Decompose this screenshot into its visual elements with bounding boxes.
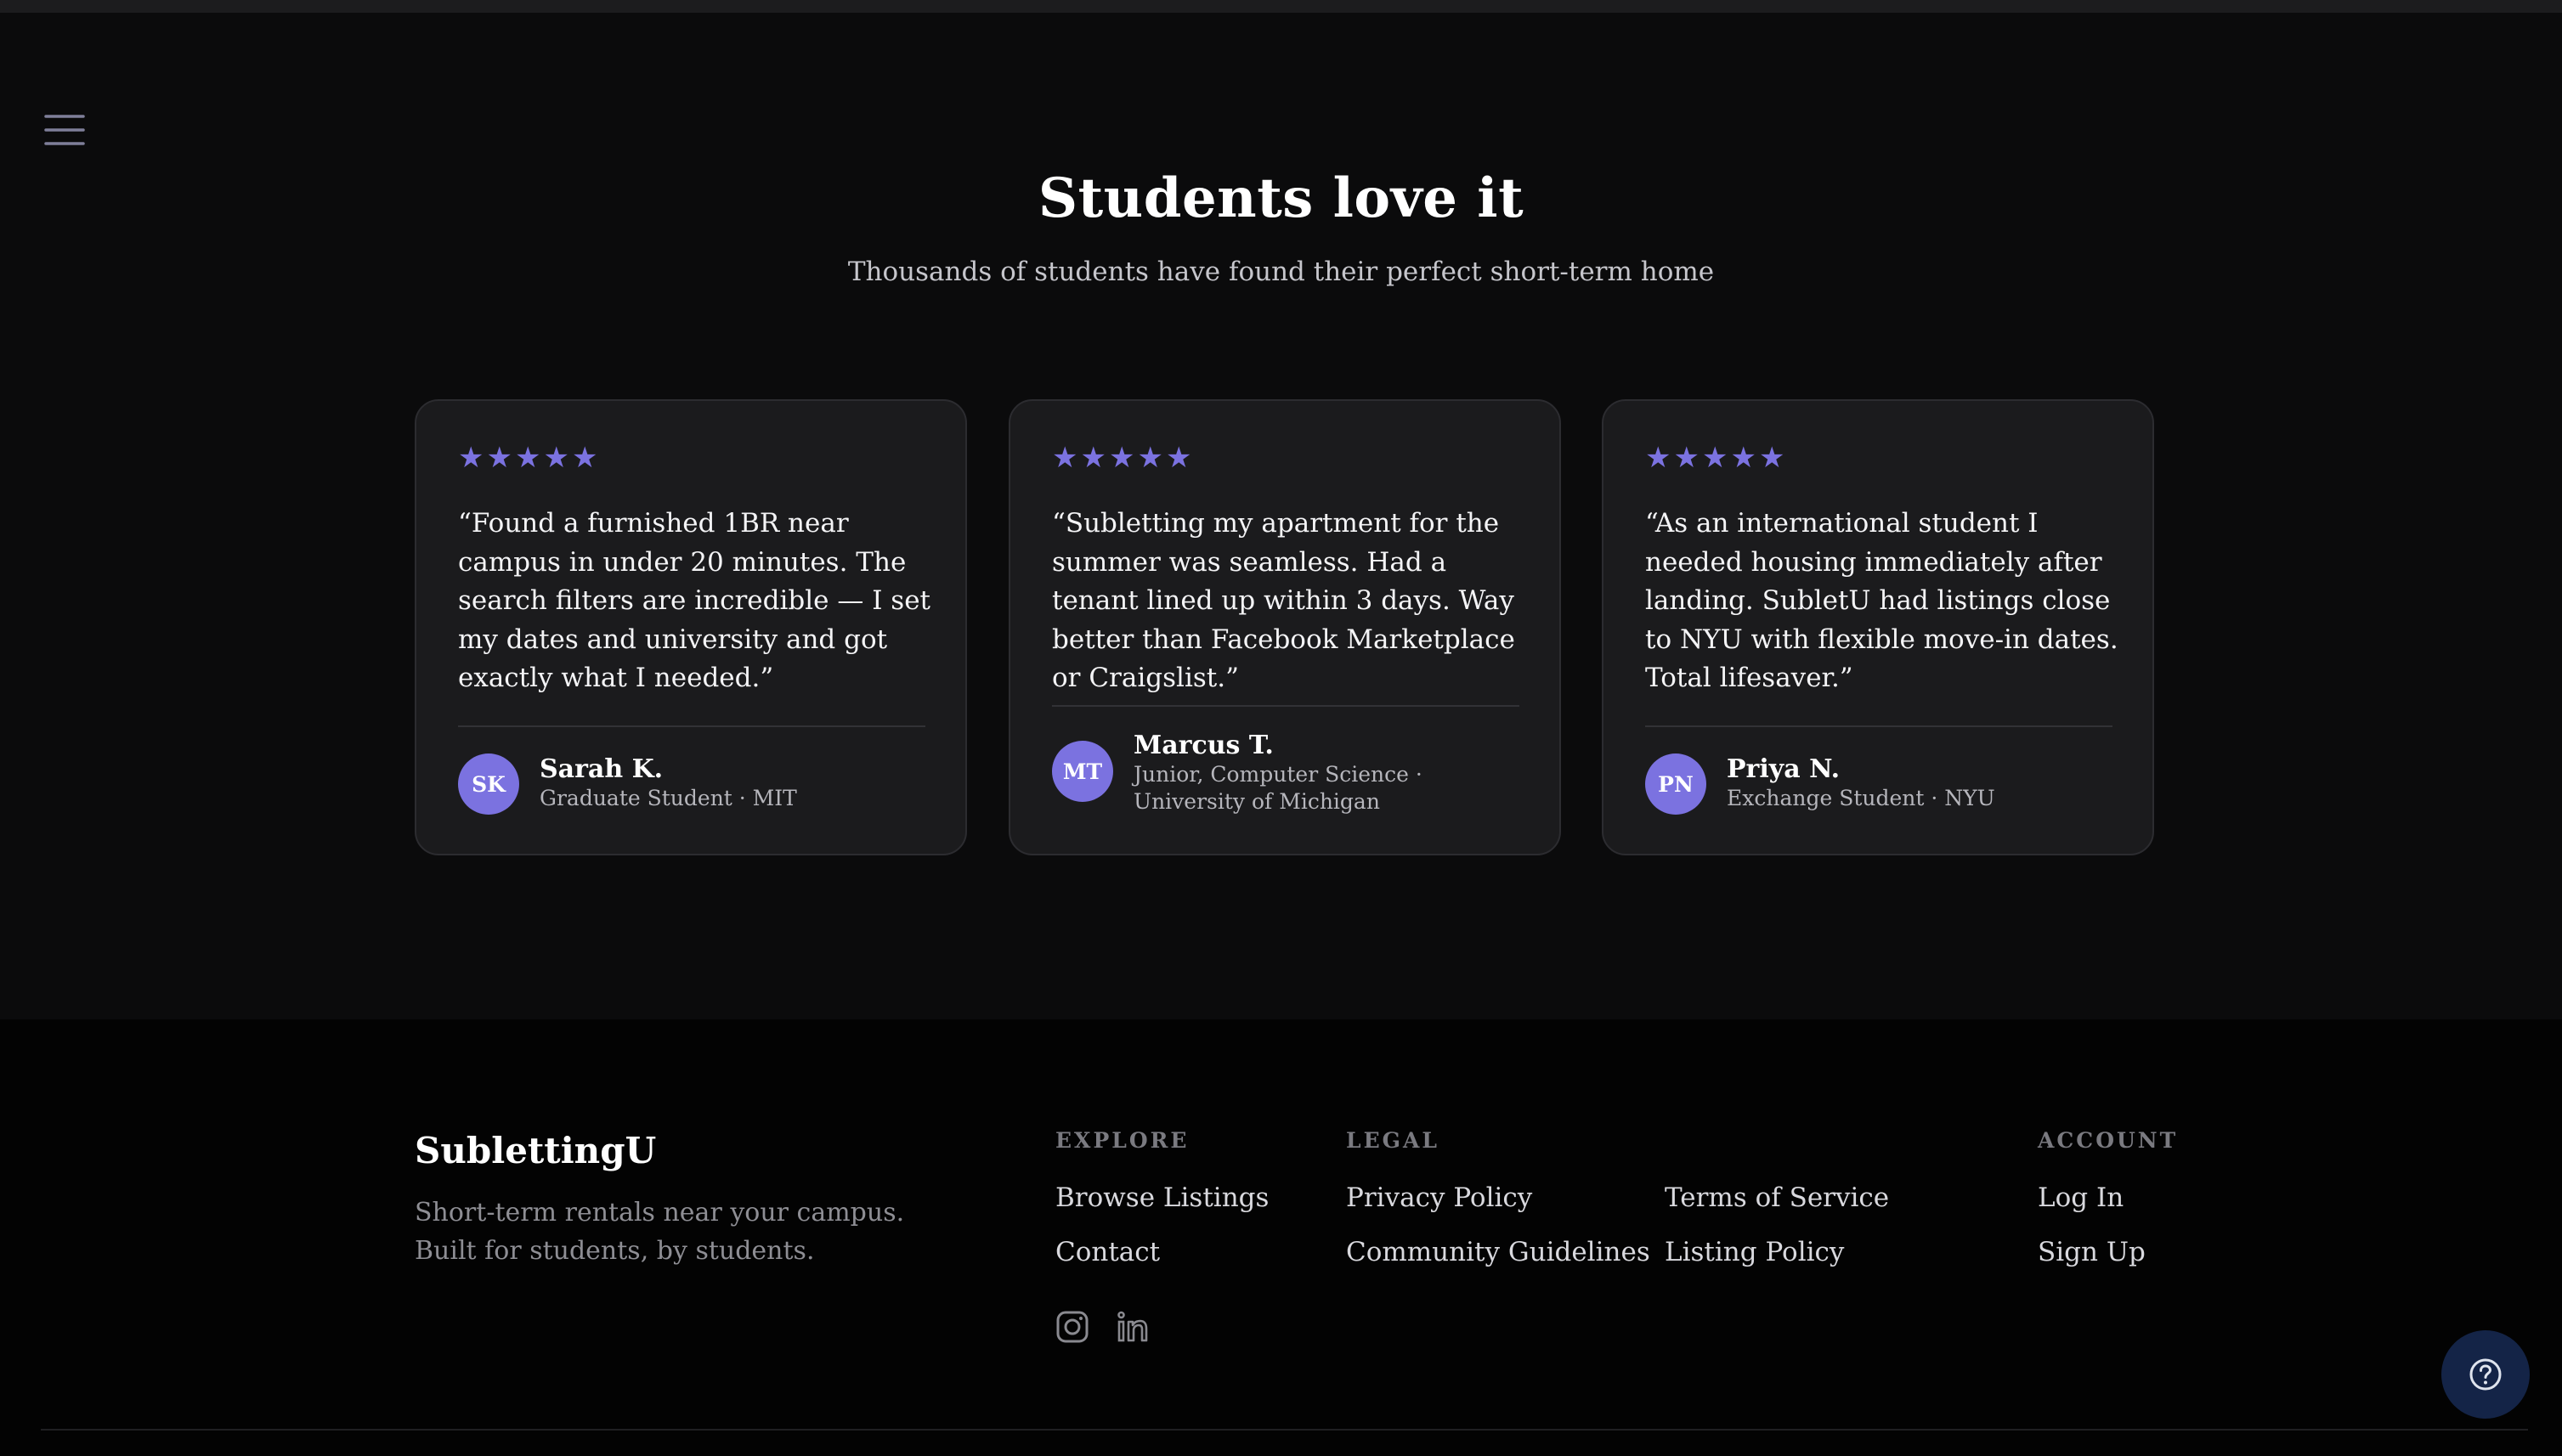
- star-rating: ★ ★ ★ ★ ★: [458, 443, 597, 472]
- community-guidelines-link[interactable]: Community Guidelines: [1346, 1237, 1650, 1267]
- star-icon: ★: [1080, 441, 1106, 475]
- star-icon: ★: [1137, 441, 1163, 475]
- star-icon: ★: [1673, 441, 1700, 475]
- instagram-icon: [1056, 1311, 1089, 1343]
- card-divider: [1645, 725, 2112, 727]
- star-icon: ★: [571, 441, 598, 475]
- menu-button[interactable]: [42, 108, 87, 152]
- author-name: Marcus T.: [1134, 731, 1274, 760]
- star-icon: ★: [1108, 441, 1135, 475]
- card-divider: [1052, 705, 1519, 707]
- footer-divider: [41, 1429, 2528, 1431]
- star-icon: ★: [1701, 441, 1728, 475]
- star-icon: ★: [1165, 441, 1192, 475]
- testimonial-quote: “Found a furnished 1BR near campus in un…: [458, 508, 931, 693]
- browse-listings-link[interactable]: Browse Listings: [1055, 1182, 1269, 1213]
- linkedin-icon: [1117, 1311, 1148, 1342]
- menu-icon: [44, 115, 85, 145]
- star-icon: ★: [1730, 441, 1756, 475]
- help-icon: [2469, 1358, 2502, 1391]
- card-divider: [458, 725, 925, 727]
- footer-tagline: Short-term rentals near your campus. Bui…: [415, 1198, 905, 1266]
- help-button[interactable]: [2441, 1330, 2530, 1419]
- author-info: Marcus T. Junior, Computer Science · Uni…: [1134, 731, 1524, 815]
- privacy-policy-link[interactable]: Privacy Policy: [1346, 1182, 1532, 1213]
- star-icon: ★: [1758, 441, 1785, 475]
- testimonial-card: ★ ★ ★ ★ ★ “Found a furnished 1BR near ca…: [415, 399, 967, 855]
- log-in-link[interactable]: Log In: [2038, 1182, 2124, 1213]
- site-footer: SublettingU Short-term rentals near your…: [0, 1019, 2562, 1456]
- author-meta: Graduate Student · MIT: [540, 786, 797, 810]
- section-title: Students love it: [1038, 166, 1524, 230]
- author-meta: Junior, Computer Science · University of…: [1134, 762, 1422, 814]
- star-icon: ★: [514, 441, 541, 475]
- star-icon: ★: [1645, 441, 1671, 475]
- instagram-link[interactable]: [1054, 1308, 1091, 1346]
- footer-brand[interactable]: SublettingU: [415, 1130, 656, 1171]
- author-name: Priya N.: [1727, 754, 1841, 784]
- star-icon: ★: [1052, 441, 1078, 475]
- star-icon: ★: [486, 441, 512, 475]
- linkedin-link[interactable]: [1114, 1308, 1151, 1346]
- explore-heading: EXPLORE: [1055, 1128, 1190, 1153]
- author-info: Sarah K. Graduate Student · MIT: [540, 754, 930, 812]
- contact-link[interactable]: Contact: [1055, 1237, 1160, 1267]
- author-name: Sarah K.: [540, 754, 664, 784]
- sign-up-link[interactable]: Sign Up: [2038, 1237, 2146, 1267]
- account-heading: ACCOUNT: [2038, 1128, 2179, 1153]
- star-rating: ★ ★ ★ ★ ★: [1645, 443, 1784, 472]
- listing-policy-link[interactable]: Listing Policy: [1665, 1237, 1844, 1267]
- star-rating: ★ ★ ★ ★ ★: [1052, 443, 1191, 472]
- avatar: MT: [1052, 741, 1113, 802]
- star-icon: ★: [543, 441, 569, 475]
- top-bar: [0, 0, 2562, 13]
- avatar: PN: [1645, 753, 1706, 815]
- author-info: Priya N. Exchange Student · NYU: [1727, 754, 2118, 812]
- author-meta: Exchange Student · NYU: [1727, 786, 1995, 810]
- testimonial-card: ★ ★ ★ ★ ★ “As an international student I…: [1602, 399, 2154, 855]
- star-icon: ★: [458, 441, 484, 475]
- terms-of-service-link[interactable]: Terms of Service: [1665, 1182, 1889, 1213]
- section-subtitle: Thousands of students have found their p…: [847, 257, 1715, 287]
- testimonial-quote: “As an international student I needed ho…: [1645, 508, 2118, 693]
- testimonial-card: ★ ★ ★ ★ ★ “Subletting my apartment for t…: [1009, 399, 1561, 855]
- legal-heading: LEGAL: [1346, 1128, 1439, 1153]
- avatar: SK: [458, 753, 519, 815]
- testimonial-quote: “Subletting my apartment for the summer …: [1052, 508, 1515, 693]
